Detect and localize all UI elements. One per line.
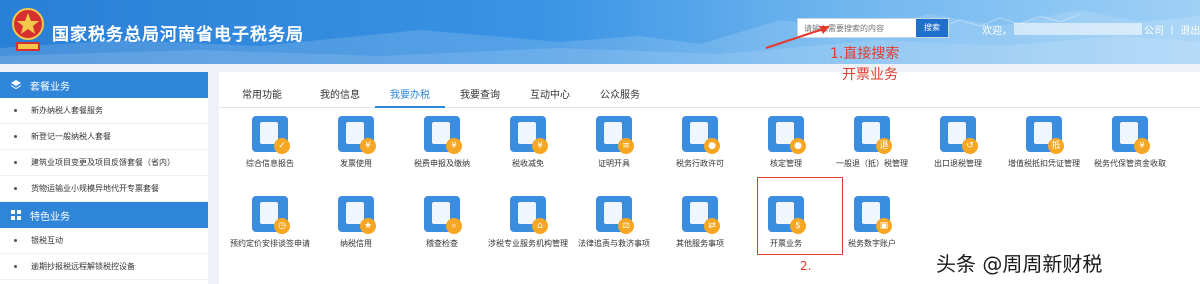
service-item[interactable]: ¥ 税收减免 xyxy=(485,116,571,170)
service-item[interactable]: ¥ 税费申报及缴纳 xyxy=(399,116,485,170)
watermark: 头条 @周周新财税 xyxy=(936,252,1103,276)
money-pen-icon: ¥ xyxy=(1112,116,1150,154)
service-item[interactable]: ◷ 预约定价安排谈签申请 xyxy=(227,196,313,250)
service-item[interactable]: ⚖ 法律追责与救济事项 xyxy=(571,196,657,250)
document-yen-icon: ¥ xyxy=(424,116,462,154)
grid-icon xyxy=(11,210,21,220)
signpost-icon: ⇄ xyxy=(682,196,720,234)
document-icon: ≡ xyxy=(596,116,634,154)
sidebar: 套餐业务 新办纳税人套餐服务 新登记一般纳税人套餐 建筑业项目变更及项目反馈套餐… xyxy=(0,72,208,284)
welcome-text: 欢迎， xyxy=(982,26,1012,37)
refund-tag-icon: 退 xyxy=(854,116,892,154)
blurred-username xyxy=(1014,23,1142,35)
service-label: 发票使用 xyxy=(340,159,372,168)
service-item[interactable]: ● 核定管理 xyxy=(743,116,829,170)
deduction-tag-icon: 抵 xyxy=(1026,116,1064,154)
layers-icon xyxy=(10,80,22,90)
service-label: 综合信息报告 xyxy=(246,159,294,168)
service-label: 税务行政许可 xyxy=(676,159,724,168)
building-icon: ⌂ xyxy=(510,196,548,234)
sidebar-item[interactable]: 货物运输业小规模异地代开专票套餐 xyxy=(0,176,208,202)
service-item[interactable]: ⌂ 涉税专业服务机构管理 xyxy=(485,196,571,250)
service-label: 税务代保管资金收取 xyxy=(1094,159,1166,168)
search-button[interactable]: 搜索 xyxy=(916,19,948,37)
service-item[interactable]: ✓ 综合信息报告 xyxy=(227,116,313,170)
sidebar-item[interactable]: 新办纳税人套餐服务 xyxy=(0,98,208,124)
sidebar-item[interactable]: 新登记一般纳税人套餐 xyxy=(0,124,208,150)
service-item[interactable]: 退一般退（抵）税管理 xyxy=(829,116,915,170)
tab-bar: 常用功能 我的信息 我要办税 我要查询 互动中心 公众服务 xyxy=(219,80,1200,108)
magnifier-document-icon: ⌕ xyxy=(424,196,462,234)
star-badge-icon: ★ xyxy=(338,196,376,234)
sidebar-section-featured[interactable]: 特色业务 xyxy=(0,202,208,228)
annotation-step1-sub: 开票业务 xyxy=(842,67,898,83)
sidebar-section-title: 套餐业务 xyxy=(30,81,70,93)
service-label: 纳税信用 xyxy=(340,239,372,248)
service-label: 税费申报及缴纳 xyxy=(414,159,470,168)
annotation-arrow-icon xyxy=(765,26,830,49)
service-item[interactable]: ● 税务行政许可 xyxy=(657,116,743,170)
service-item[interactable]: ★ 纳税信用 xyxy=(313,196,399,250)
site-title: 国家税务总局河南省电子税务局 xyxy=(52,25,304,45)
service-item[interactable]: ⌕ 稽查检查 xyxy=(399,196,485,250)
calendar-clock-icon: ◷ xyxy=(252,196,290,234)
service-item[interactable]: ↺ 出口退税管理 xyxy=(915,116,1001,170)
sidebar-item[interactable]: 逾期抄报税远程解锁税控设备 xyxy=(0,254,208,280)
invoice-pen-icon: ¥ xyxy=(338,116,376,154)
service-label: 一般退（抵）税管理 xyxy=(836,159,908,168)
tab-query[interactable]: 我要查询 xyxy=(445,80,515,108)
tax-emblem-icon xyxy=(12,8,44,51)
service-label: 预约定价安排谈签申请 xyxy=(230,239,310,248)
sidebar-item[interactable]: 建筑业项目变更及项目反馈套餐（省内） xyxy=(0,150,208,176)
gavel-icon: ⚖ xyxy=(596,196,634,234)
sidebar-section-title: 特色业务 xyxy=(30,211,70,223)
tab-my-info[interactable]: 我的信息 xyxy=(305,80,375,108)
service-label: 稽查检查 xyxy=(426,239,458,248)
annotation-step1: 1.直接搜索 xyxy=(830,46,900,62)
user-links[interactable]: 公司 丨 退出 xyxy=(1144,22,1200,37)
tab-public[interactable]: 公众服务 xyxy=(585,80,655,108)
header-banner: 国家税务总局河南省电子税务局 搜索 欢迎， 公司 丨 退出 xyxy=(0,0,1200,64)
service-label: 增值税抵扣凭证管理 xyxy=(1008,159,1080,168)
annotation-step2: 2. xyxy=(800,259,812,273)
service-item[interactable]: ⇄ 其他服务事项 xyxy=(657,196,743,250)
monitor-check-icon: ✓ xyxy=(252,116,290,154)
digital-account-icon: ▣ xyxy=(854,196,892,234)
service-item[interactable]: 抵增值税抵扣凭证管理 xyxy=(1001,116,1087,170)
service-label: 税收减免 xyxy=(512,159,544,168)
service-label: 涉税专业服务机构管理 xyxy=(488,239,568,248)
service-label: 证明开具 xyxy=(598,159,630,168)
export-refund-icon: ↺ xyxy=(940,116,978,154)
sidebar-item[interactable]: 银税互动 xyxy=(0,228,208,254)
sidebar-section-package[interactable]: 套餐业务 xyxy=(0,72,208,98)
service-item[interactable]: ¥ 税务代保管资金收取 xyxy=(1087,116,1173,170)
folder-yen-icon: ¥ xyxy=(510,116,548,154)
service-label: 法律追责与救济事项 xyxy=(578,239,650,248)
tax-portal-page: 国家税务总局河南省电子税务局 搜索 欢迎， 公司 丨 退出 1.直接搜索 开票业… xyxy=(0,0,1200,284)
tab-common[interactable]: 常用功能 xyxy=(219,80,305,108)
service-item[interactable]: ¥ 发票使用 xyxy=(313,116,399,170)
service-label: 核定管理 xyxy=(770,159,802,168)
service-label: 出口退税管理 xyxy=(934,159,982,168)
tab-do-tax[interactable]: 我要办税 xyxy=(375,80,445,108)
tab-interaction[interactable]: 互动中心 xyxy=(515,80,585,108)
highlight-box xyxy=(757,177,843,255)
briefcase-person-icon: ● xyxy=(768,116,806,154)
id-card-icon: ● xyxy=(682,116,720,154)
service-item[interactable]: ≡ 证明开具 xyxy=(571,116,657,170)
service-label: 其他服务事项 xyxy=(676,239,724,248)
